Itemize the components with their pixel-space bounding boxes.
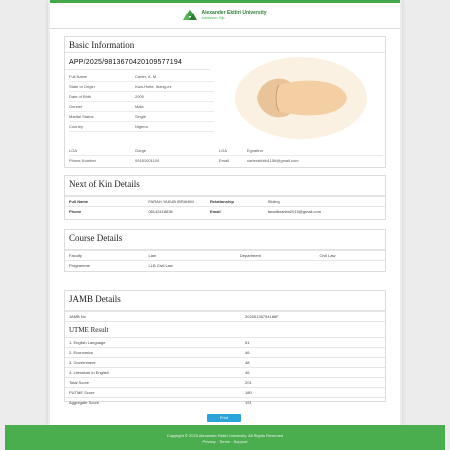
field-value: Single [135,114,147,119]
score-value: 46 [241,367,385,378]
jamb-reg-table: JAMB No 20255136754186F [65,311,385,321]
table-row: 3. Government 48 [65,357,385,368]
score-value: 180 [241,387,385,398]
applicant-photo [235,57,367,139]
row-divider [69,121,214,122]
score-label: 1. English Language [65,337,241,348]
table-row: Phone 08142418836 Email faradibrahim2015@gm… [65,206,385,216]
cell-label: Relationship [205,196,264,207]
score-label: 3. Government [65,357,241,368]
field-label: Gender [69,104,83,109]
cell-label: Email [205,206,264,216]
cell-value: faradibrahim2015@gmail.com [263,206,385,216]
cell-label: Faculty [65,250,145,261]
cell-label: Department [235,250,316,261]
utme-result-title: UTME Result [65,321,385,337]
table-row: Faculty Law Department Civil Law [65,250,385,261]
course-details-table: Faculty Law Department Civil Law Programme LL… [65,250,385,270]
table-row: 1. English Language 61 [65,337,385,348]
score-label: 2. Economics [65,347,241,358]
jamb-reg-label: JAMB No [65,311,241,321]
admission-slip-page: Alexander Ekitiri University Admission S… [50,0,400,450]
course-details-title: Course Details [65,230,385,250]
cell-value: 08142418836 [144,206,206,216]
cell-value: Civil Law [315,250,385,261]
cell-value: FARAH YAKUB IBRAHIM [144,196,206,207]
field-value: Male [135,104,144,109]
score-value: 201 [241,377,385,388]
field-value: 09181001100 [135,158,160,163]
score-label: Aggregate Score [65,397,241,407]
print-button[interactable]: Print [207,414,241,422]
jamb-reg-value: 20255136754186F [241,311,385,321]
table-row: 2. Economics 46 [65,347,385,358]
score-label: 4. Literature in English [65,367,241,378]
field-value: Kwa-Hotte, Ibang-ez [135,84,172,89]
row-divider [69,111,214,112]
score-value: 48 [241,357,385,368]
cell-label: Programme [65,260,145,270]
score-label: Total Score [65,377,241,388]
field-label: Phone Number [69,158,96,163]
footer-links[interactable]: Privacy · Terms · Support [5,439,445,445]
cell-label [235,260,316,270]
university-logo-icon [183,9,198,20]
score-label: PUTME Score [65,387,241,398]
page-header: Alexander Ekitiri University Admission S… [50,3,400,29]
row-divider [69,155,383,156]
table-row: Total Score 201 [65,377,385,388]
utme-scores-table: 1. English Language 61 2. Economics 46 3. Go… [65,337,385,407]
field-label: Country [69,124,84,129]
row-divider [69,101,214,102]
table-row: JAMB No 20255136754186F [65,311,385,321]
row-divider [69,81,214,82]
field-value: 2005 [135,94,144,99]
cell-label: Phone [65,206,145,216]
row-divider [69,91,214,92]
field-value: Gorge [135,148,147,153]
field-label: Marital Status [69,114,94,119]
university-name: Alexander Ekitiri University [201,9,267,16]
row-divider [69,131,214,132]
page-subtitle: Admission Slip [201,15,225,20]
basic-info-title: Basic Information [65,37,385,53]
field-value: Carter, A. M. [135,74,158,79]
course-details-card: Course Details Faculty Law Department Civil… [64,229,386,272]
page-footer: Copyright © 2025 Alexander Ekitiri Unive… [5,425,445,450]
cell-value [315,260,385,270]
table-row: Aggregate Score 191 [65,397,385,407]
field-label: LGA [219,148,228,153]
jamb-details-card: JAMB Details JAMB No 20255136754186F UTM… [64,290,386,407]
field-value: carterakhiln1156@gmail.com [247,158,299,163]
applicant-photo-icon [235,57,367,139]
basic-info-card: Basic Information APP/2025/9813670420109… [64,36,386,168]
field-label: Full Name [69,74,88,79]
field-value: Egnatinn [247,148,263,153]
cell-value: Sibling [263,196,385,207]
field-label: Email [219,158,230,163]
field-label: State of Origin [69,84,95,89]
table-row: Programme LLB Civil Law [65,260,385,270]
next-of-kin-title: Next of Kin Details [65,176,385,196]
score-value: 46 [241,347,385,358]
field-value: Nigeria [135,124,148,129]
table-row: Full Name FARAH YAKUB IBRAHIM Relationship… [65,196,385,207]
score-value: 61 [241,337,385,348]
cell-value: Law [144,250,236,261]
table-row: 4. Literature in English 46 [65,367,385,378]
field-label: Date of Birth [69,94,92,99]
application-number: APP/2025/9813670420109577194 [65,53,210,70]
score-value: 191 [241,397,385,407]
jamb-details-title: JAMB Details [65,291,385,311]
cell-value: LLB Civil Law [144,260,236,270]
next-of-kin-table: Full Name FARAH YAKUB IBRAHIM Relationship… [65,196,385,216]
field-label: LGA [69,148,78,153]
cell-label: Full Name [65,196,145,207]
next-of-kin-card: Next of Kin Details Full Name FARAH YAKUB… [64,175,386,220]
table-row: PUTME Score 180 [65,387,385,398]
